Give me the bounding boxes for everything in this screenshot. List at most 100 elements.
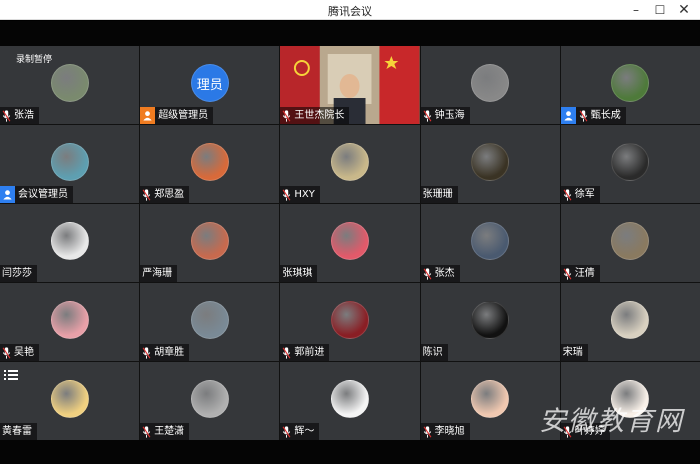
- mic-muted-icon: [142, 425, 151, 438]
- recording-status[interactable]: 录制暂停: [16, 52, 52, 65]
- participant-label: 钟玉海: [420, 107, 470, 124]
- maximize-icon[interactable]: ☐: [648, 0, 672, 20]
- participant-tile[interactable]: 闫莎莎: [0, 204, 140, 282]
- participant-label: 宋瑞: [560, 344, 588, 361]
- tower-avatar: [50, 143, 89, 181]
- participant-tile[interactable]: 郑思盈: [140, 125, 280, 203]
- participant-name: 超级管理员: [158, 110, 209, 121]
- mic-muted-icon: [282, 346, 291, 359]
- participant-tile[interactable]: 辉～: [280, 362, 420, 440]
- car-avatar: [471, 222, 510, 260]
- participant-tile[interactable]: 徐军: [560, 125, 700, 203]
- participant-name: 张浩: [14, 110, 34, 121]
- lighthouse-avatar: [190, 301, 229, 339]
- participant-tile[interactable]: 甄长成: [560, 46, 700, 124]
- participant-name: 闫莎莎: [2, 268, 32, 279]
- mic-muted-icon: [563, 267, 572, 280]
- person-avatar: [611, 143, 650, 181]
- participant-label: 徐军: [560, 186, 600, 203]
- participant-name: 张琪琪: [282, 268, 313, 279]
- mic-muted-icon: [2, 109, 11, 122]
- participant-label: 陈识: [420, 344, 448, 361]
- fruit-avatar: [190, 222, 229, 260]
- flower-avatar: [50, 301, 89, 339]
- mic-muted-icon: [282, 425, 291, 438]
- title-bar: 腾讯会议 – ☐ ✕: [0, 0, 700, 20]
- participant-name: 李晓旭: [434, 426, 465, 437]
- participant-tile[interactable]: 录制暂停 张浩: [0, 46, 140, 124]
- participant-tile[interactable]: 黄春雷: [0, 362, 140, 440]
- landscape-avatar: [611, 64, 650, 102]
- close-icon[interactable]: ✕: [672, 0, 696, 20]
- participant-label: 王楚潇: [140, 423, 190, 440]
- mic-muted-icon: [142, 346, 151, 359]
- participant-name: 胡章胜: [154, 347, 185, 358]
- bottom-toolbar-area: [0, 440, 700, 464]
- person-avatar: [50, 222, 89, 260]
- participant-label: 张浩: [0, 107, 39, 124]
- drawing-avatar: [330, 380, 369, 418]
- cohost-icon: [560, 107, 576, 124]
- mic-muted-icon: [423, 267, 432, 280]
- participant-tile[interactable]: 张杰: [420, 204, 560, 282]
- cat-avatar: [190, 380, 229, 418]
- participant-tile[interactable]: 王世杰院长: [280, 46, 420, 124]
- participant-label: 汪倩: [560, 265, 600, 282]
- cartoon-avatar: [471, 380, 510, 418]
- participant-name: 王楚潇: [154, 426, 185, 437]
- cartoon-avatar: [330, 222, 369, 260]
- participant-tile[interactable]: 宋瑞: [560, 283, 700, 361]
- participant-label: 王世杰院长: [280, 107, 350, 124]
- participant-name: 吴艳: [14, 347, 34, 358]
- participant-label: 闫莎莎: [0, 265, 37, 282]
- participant-name: 甄长成: [590, 110, 621, 121]
- participant-name: 陈识: [422, 347, 443, 358]
- mic-muted-icon: [142, 188, 151, 201]
- participant-label: 甄长成: [560, 107, 626, 124]
- participant-name: 钟玉海: [434, 110, 465, 121]
- list-icon[interactable]: [4, 366, 18, 380]
- participant-name: 宋瑞: [562, 347, 583, 358]
- participant-tile[interactable]: 理员超级管理员: [140, 46, 280, 124]
- watermark: 安徽教育网: [539, 406, 684, 437]
- participant-label: 辉～: [280, 423, 320, 440]
- participant-tile[interactable]: 张琪琪: [280, 204, 420, 282]
- participant-tile[interactable]: 钟玉海: [420, 46, 560, 124]
- participant-label: 李晓旭: [420, 423, 470, 440]
- participant-tile[interactable]: 郭前进: [280, 283, 420, 361]
- mic-muted-icon: [579, 109, 588, 122]
- participant-tile[interactable]: 汪倩: [560, 204, 700, 282]
- host-icon: [140, 107, 156, 124]
- participant-label: 黄春雷: [0, 423, 37, 440]
- participant-label: HXY: [280, 186, 320, 203]
- participant-name: 会议管理员: [18, 189, 68, 200]
- person-avatar: [611, 222, 650, 260]
- text-avatar: 理员: [190, 64, 229, 102]
- window-title: 腾讯会议: [328, 5, 372, 18]
- colorful-avatar: [190, 143, 229, 181]
- participant-tile[interactable]: 王楚潇: [140, 362, 280, 440]
- participant-tile[interactable]: 胡章胜: [140, 283, 280, 361]
- participant-name: 郑思盈: [154, 189, 185, 200]
- cohost-icon: [0, 186, 15, 203]
- participant-name: 王世杰院长: [294, 110, 345, 121]
- participant-tile[interactable]: 吴艳: [0, 283, 140, 361]
- mic-muted-icon: [282, 109, 291, 122]
- participant-label: 张琪琪: [280, 265, 318, 282]
- mic-muted-icon: [2, 346, 11, 359]
- flower-avatar: [611, 301, 650, 339]
- participant-label: 严海珊: [140, 265, 178, 282]
- participant-name: 张杰: [434, 268, 455, 279]
- participant-name: 黄春雷: [2, 426, 32, 437]
- participant-grid: 录制暂停 张浩 理员 超级管理员 王世杰院长 钟玉海 甄长成 会议管理员 郑思盈 HXY 张珊珊 徐军…: [0, 46, 700, 440]
- participant-name: 郭前进: [294, 347, 325, 358]
- mic-muted-icon: [423, 109, 432, 122]
- participant-label: 胡章胜: [140, 344, 190, 361]
- participant-tile[interactable]: 张珊珊: [420, 125, 560, 203]
- top-toolbar-area: [0, 21, 700, 46]
- participant-tile[interactable]: 陈识: [420, 283, 560, 361]
- participant-tile[interactable]: HXY: [280, 125, 420, 203]
- participant-tile[interactable]: 会议管理员: [0, 125, 140, 203]
- minimize-icon[interactable]: –: [624, 0, 648, 20]
- participant-tile[interactable]: 严海珊: [140, 204, 280, 282]
